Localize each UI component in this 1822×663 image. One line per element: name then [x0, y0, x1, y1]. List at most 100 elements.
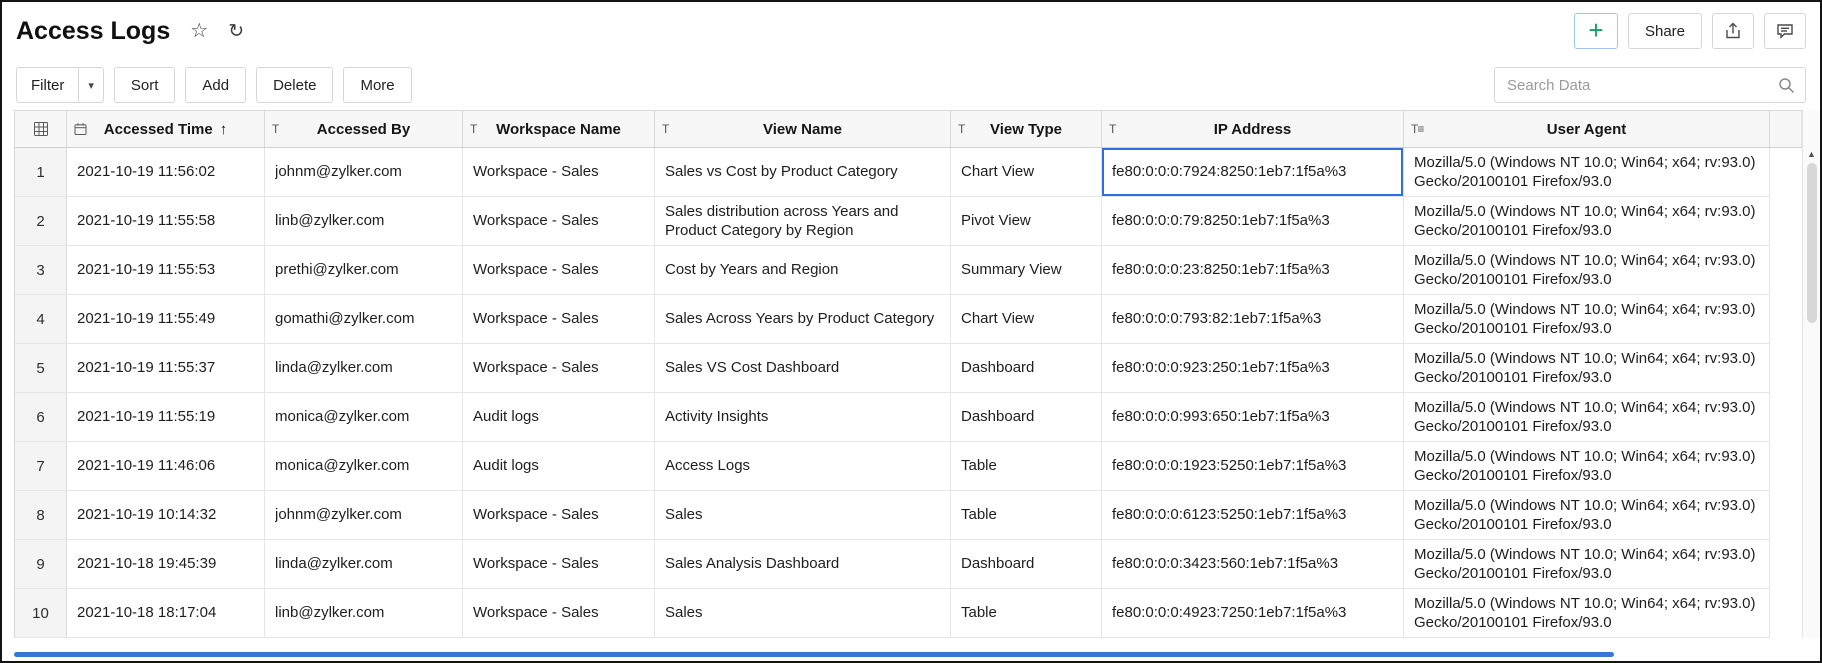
column-header-agent[interactable]: T≡User Agent: [1404, 111, 1770, 147]
cell-type[interactable]: Dashboard: [951, 344, 1102, 392]
cell-by[interactable]: prethi@zylker.com: [265, 246, 463, 294]
create-button[interactable]: +: [1574, 13, 1618, 49]
share-button[interactable]: Share: [1628, 13, 1702, 49]
cell-workspace[interactable]: Workspace - Sales: [463, 540, 655, 588]
cell-ip[interactable]: fe80:0:0:0:993:650:1eb7:1f5a%3: [1102, 393, 1404, 441]
text-type-icon[interactable]: T: [272, 123, 278, 135]
column-header-workspace[interactable]: TWorkspace Name: [463, 111, 655, 147]
cell-by[interactable]: johnm@zylker.com: [265, 491, 463, 539]
cell-ip[interactable]: fe80:0:0:0:923:250:1eb7:1f5a%3: [1102, 344, 1404, 392]
cell-ip[interactable]: fe80:0:0:0:4923:7250:1eb7:1f5a%3: [1102, 589, 1404, 637]
column-header-by[interactable]: TAccessed By: [265, 111, 463, 147]
cell-type[interactable]: Dashboard: [951, 540, 1102, 588]
cell-time[interactable]: 2021-10-19 10:14:32: [67, 491, 265, 539]
cell-time[interactable]: 2021-10-19 11:55:58: [67, 197, 265, 245]
cell-ip[interactable]: fe80:0:0:0:23:8250:1eb7:1f5a%3: [1102, 246, 1404, 294]
cell-view[interactable]: Sales vs Cost by Product Category: [655, 148, 951, 196]
cell-type[interactable]: Table: [951, 442, 1102, 490]
cell-workspace[interactable]: Audit logs: [463, 442, 655, 490]
cell-view[interactable]: Sales Across Years by Product Category: [655, 295, 951, 343]
text-type-icon[interactable]: T: [958, 123, 964, 135]
cell-agent[interactable]: Mozilla/5.0 (Windows NT 10.0; Win64; x64…: [1404, 148, 1770, 196]
row-number[interactable]: 5: [15, 344, 67, 392]
cell-view[interactable]: Sales: [655, 589, 951, 637]
column-header-view[interactable]: TView Name: [655, 111, 951, 147]
cell-ip[interactable]: fe80:0:0:0:1923:5250:1eb7:1f5a%3: [1102, 442, 1404, 490]
cell-view[interactable]: Cost by Years and Region: [655, 246, 951, 294]
cell-agent[interactable]: Mozilla/5.0 (Windows NT 10.0; Win64; x64…: [1404, 246, 1770, 294]
cell-workspace[interactable]: Audit logs: [463, 393, 655, 441]
cell-type[interactable]: Pivot View: [951, 197, 1102, 245]
comments-button[interactable]: [1764, 13, 1806, 49]
row-number[interactable]: 7: [15, 442, 67, 490]
more-button[interactable]: More: [343, 67, 411, 103]
cell-agent[interactable]: Mozilla/5.0 (Windows NT 10.0; Win64; x64…: [1404, 197, 1770, 245]
cell-view[interactable]: Sales Analysis Dashboard: [655, 540, 951, 588]
select-all-cell[interactable]: [15, 111, 67, 147]
vertical-scrollbar[interactable]: ▲: [1802, 110, 1820, 638]
cell-type[interactable]: Chart View: [951, 148, 1102, 196]
cell-view[interactable]: Sales distribution across Years and Prod…: [655, 197, 951, 245]
cell-view[interactable]: Sales: [655, 491, 951, 539]
text-type-icon[interactable]: T: [662, 123, 668, 135]
text-type-icon[interactable]: T: [470, 123, 476, 135]
scrollbar-thumb[interactable]: [1807, 163, 1817, 323]
cell-by[interactable]: monica@zylker.com: [265, 393, 463, 441]
cell-type[interactable]: Chart View: [951, 295, 1102, 343]
cell-workspace[interactable]: Workspace - Sales: [463, 344, 655, 392]
cell-by[interactable]: gomathi@zylker.com: [265, 295, 463, 343]
delete-button[interactable]: Delete: [256, 67, 333, 103]
cell-workspace[interactable]: Workspace - Sales: [463, 491, 655, 539]
row-number[interactable]: 9: [15, 540, 67, 588]
column-header-time[interactable]: Accessed Time↑: [67, 111, 265, 147]
cell-type[interactable]: Table: [951, 491, 1102, 539]
cell-time[interactable]: 2021-10-19 11:56:02: [67, 148, 265, 196]
cell-time[interactable]: 2021-10-18 19:45:39: [67, 540, 265, 588]
row-number[interactable]: 3: [15, 246, 67, 294]
cell-ip[interactable]: fe80:0:0:0:3423:560:1eb7:1f5a%3: [1102, 540, 1404, 588]
cell-by[interactable]: monica@zylker.com: [265, 442, 463, 490]
filter-dropdown-toggle[interactable]: ▾: [79, 67, 104, 103]
refresh-icon[interactable]: ↻: [228, 22, 244, 41]
text-type-icon[interactable]: T: [1109, 123, 1115, 135]
cell-by[interactable]: linb@zylker.com: [265, 197, 463, 245]
cell-agent[interactable]: Mozilla/5.0 (Windows NT 10.0; Win64; x64…: [1404, 589, 1770, 637]
cell-workspace[interactable]: Workspace - Sales: [463, 589, 655, 637]
cell-workspace[interactable]: Workspace - Sales: [463, 295, 655, 343]
cell-time[interactable]: 2021-10-19 11:55:53: [67, 246, 265, 294]
cell-agent[interactable]: Mozilla/5.0 (Windows NT 10.0; Win64; x64…: [1404, 540, 1770, 588]
cell-view[interactable]: Activity Insights: [655, 393, 951, 441]
row-number[interactable]: 4: [15, 295, 67, 343]
cell-by[interactable]: linda@zylker.com: [265, 540, 463, 588]
horizontal-scrollbar[interactable]: [14, 652, 1614, 657]
cell-ip[interactable]: fe80:0:0:0:793:82:1eb7:1f5a%3: [1102, 295, 1404, 343]
row-number[interactable]: 2: [15, 197, 67, 245]
cell-by[interactable]: linb@zylker.com: [265, 589, 463, 637]
cell-view[interactable]: Access Logs: [655, 442, 951, 490]
row-number[interactable]: 10: [15, 589, 67, 637]
cell-type[interactable]: Summary View: [951, 246, 1102, 294]
cell-type[interactable]: Dashboard: [951, 393, 1102, 441]
cell-view[interactable]: Sales VS Cost Dashboard: [655, 344, 951, 392]
row-number[interactable]: 1: [15, 148, 67, 196]
cell-time[interactable]: 2021-10-19 11:55:37: [67, 344, 265, 392]
cell-type[interactable]: Table: [951, 589, 1102, 637]
cell-time[interactable]: 2021-10-19 11:46:06: [67, 442, 265, 490]
search-input[interactable]: [1505, 76, 1778, 95]
sort-ascending-icon[interactable]: ↑: [220, 121, 228, 138]
export-button[interactable]: [1712, 13, 1754, 49]
add-button[interactable]: Add: [185, 67, 246, 103]
search-icon[interactable]: [1778, 77, 1795, 94]
cell-agent[interactable]: Mozilla/5.0 (Windows NT 10.0; Win64; x64…: [1404, 491, 1770, 539]
favorite-star-icon[interactable]: ☆: [190, 21, 208, 41]
cell-by[interactable]: johnm@zylker.com: [265, 148, 463, 196]
text-list-icon[interactable]: T≡: [1411, 123, 1423, 135]
scroll-up-icon[interactable]: ▲: [1807, 150, 1816, 159]
cell-workspace[interactable]: Workspace - Sales: [463, 246, 655, 294]
row-number[interactable]: 8: [15, 491, 67, 539]
cell-ip[interactable]: fe80:0:0:0:79:8250:1eb7:1f5a%3: [1102, 197, 1404, 245]
cell-time[interactable]: 2021-10-19 11:55:19: [67, 393, 265, 441]
sort-button[interactable]: Sort: [114, 67, 176, 103]
filter-button[interactable]: Filter: [16, 67, 79, 103]
cell-workspace[interactable]: Workspace - Sales: [463, 197, 655, 245]
